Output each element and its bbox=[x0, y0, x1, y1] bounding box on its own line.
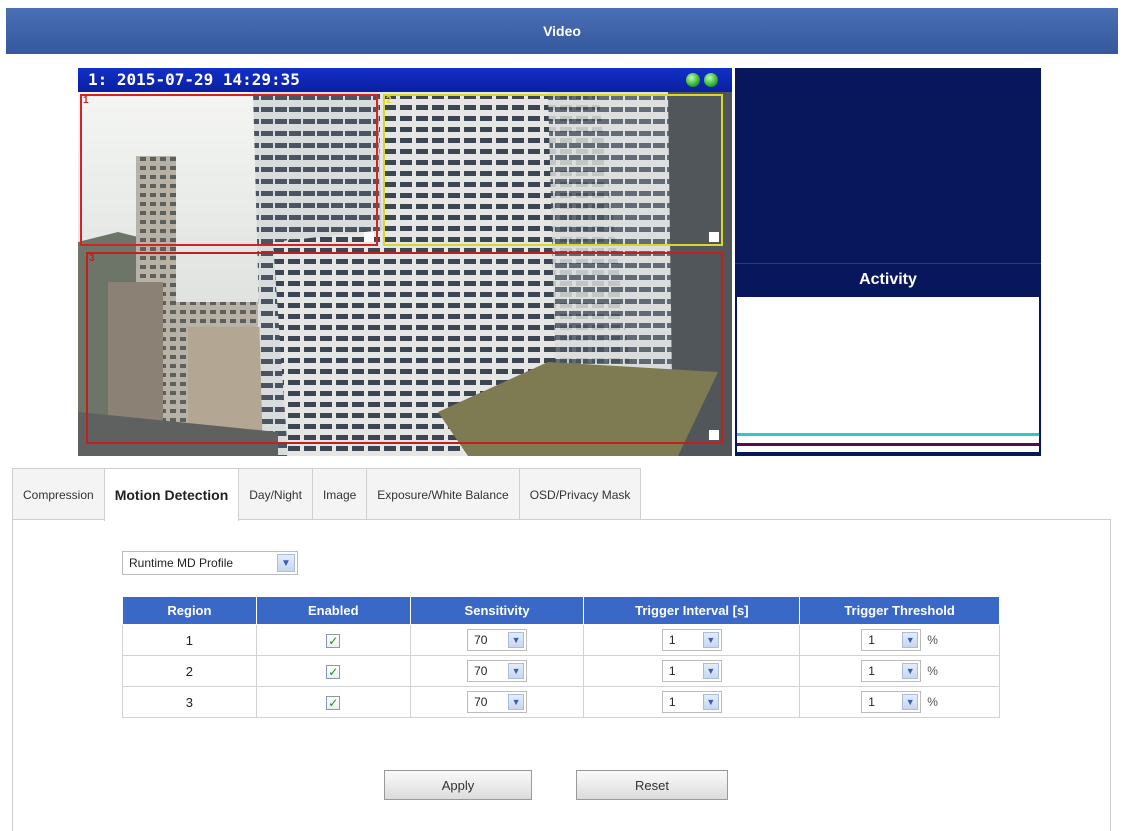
tab-exposure-white-balance[interactable]: Exposure/White Balance bbox=[366, 468, 520, 520]
video-preview[interactable]: 1: 2015-07-29 14:29:35 1 2 3 bbox=[78, 68, 732, 456]
column-header: Region bbox=[122, 596, 257, 625]
video-overlay-bar: 1: 2015-07-29 14:29:35 bbox=[78, 68, 732, 92]
column-header: Enabled bbox=[255, 596, 411, 625]
md-region-1[interactable]: 1 bbox=[80, 94, 378, 246]
tab-image[interactable]: Image bbox=[311, 468, 368, 520]
chevron-down-icon[interactable]: ▼ bbox=[508, 632, 525, 648]
status-led-icon bbox=[704, 73, 718, 87]
chevron-down-icon[interactable]: ▼ bbox=[702, 694, 719, 710]
resize-handle[interactable] bbox=[364, 232, 374, 242]
resize-handle[interactable] bbox=[709, 430, 719, 440]
enabled-checkbox[interactable]: ✓ bbox=[326, 664, 341, 679]
chevron-down-icon[interactable]: ▼ bbox=[702, 663, 719, 679]
region-number: 2 bbox=[386, 95, 392, 106]
percent-unit: % bbox=[927, 633, 938, 647]
trigger-threshold-select[interactable]: 1 ▼ bbox=[861, 691, 922, 713]
chevron-down-icon[interactable]: ▼ bbox=[702, 632, 719, 648]
chevron-down-icon[interactable]: ▼ bbox=[902, 663, 919, 679]
region-cell: 3 bbox=[122, 686, 257, 718]
enabled-checkbox[interactable]: ✓ bbox=[326, 695, 341, 710]
chevron-down-icon[interactable]: ▼ bbox=[508, 663, 525, 679]
trigger-interval-select[interactable]: 1 ▼ bbox=[661, 629, 722, 651]
sensitivity-select[interactable]: 70 ▼ bbox=[467, 660, 528, 682]
channel-label: 1: bbox=[88, 70, 108, 89]
column-header: Trigger Interval [s] bbox=[583, 596, 801, 625]
trigger-threshold-select[interactable]: 1 ▼ bbox=[861, 629, 922, 651]
activity-level-line bbox=[737, 433, 1039, 436]
activity-graph bbox=[737, 297, 1039, 452]
table-row: 1 ✓ 70 ▼ 1 ▼ 1 ▼% bbox=[122, 624, 1000, 656]
activity-panel: Activity bbox=[735, 68, 1041, 456]
activity-title: Activity bbox=[735, 263, 1041, 295]
activity-threshold-line bbox=[737, 443, 1039, 446]
chevron-down-icon[interactable]: ▼ bbox=[508, 694, 525, 710]
region-cell: 2 bbox=[122, 655, 257, 687]
apply-button[interactable]: Apply bbox=[384, 770, 532, 800]
tab-osd-privacy-mask[interactable]: OSD/Privacy Mask bbox=[518, 468, 642, 520]
tab-compression[interactable]: Compression bbox=[12, 468, 105, 520]
sensitivity-select[interactable]: 70 ▼ bbox=[467, 691, 528, 713]
tab-day-night[interactable]: Day/Night bbox=[238, 468, 313, 520]
region-number: 1 bbox=[83, 95, 89, 106]
table-row: 3 ✓ 70 ▼ 1 ▼ 1 ▼% bbox=[122, 686, 1000, 718]
trigger-interval-select[interactable]: 1 ▼ bbox=[661, 660, 722, 682]
column-header: Trigger Threshold bbox=[799, 596, 1000, 625]
region-cell: 1 bbox=[122, 624, 257, 656]
md-region-3[interactable]: 3 bbox=[86, 252, 723, 444]
trigger-threshold-select[interactable]: 1 ▼ bbox=[861, 660, 922, 682]
chevron-down-icon[interactable]: ▼ bbox=[902, 632, 919, 648]
motion-regions-table: Region Enabled Sensitivity Trigger Inter… bbox=[122, 596, 1000, 718]
reset-button[interactable]: Reset bbox=[576, 770, 728, 800]
page-title: Video bbox=[543, 23, 581, 39]
sensitivity-select[interactable]: 70 ▼ bbox=[467, 629, 528, 651]
chevron-down-icon[interactable]: ▼ bbox=[277, 554, 295, 572]
table-row: 2 ✓ 70 ▼ 1 ▼ 1 ▼% bbox=[122, 655, 1000, 687]
chevron-down-icon[interactable]: ▼ bbox=[902, 694, 919, 710]
trigger-interval-select[interactable]: 1 ▼ bbox=[661, 691, 722, 713]
md-region-2[interactable]: 2 bbox=[383, 94, 723, 246]
video-timestamp: 2015-07-29 14:29:35 bbox=[116, 70, 300, 89]
percent-unit: % bbox=[927, 664, 938, 678]
md-profile-value: Runtime MD Profile bbox=[129, 556, 234, 570]
md-profile-select[interactable]: Runtime MD Profile ▼ bbox=[122, 551, 298, 575]
percent-unit: % bbox=[927, 695, 938, 709]
tab-motion-detection[interactable]: Motion Detection bbox=[103, 468, 240, 521]
status-led-icon bbox=[686, 73, 700, 87]
resize-handle[interactable] bbox=[709, 232, 719, 242]
region-number: 3 bbox=[89, 253, 95, 264]
page-title-bar: Video bbox=[6, 8, 1118, 54]
settings-tabs: Compression Motion Detection Day/Night I… bbox=[12, 468, 642, 521]
enabled-checkbox[interactable]: ✓ bbox=[326, 633, 341, 648]
column-header: Sensitivity bbox=[409, 596, 585, 625]
